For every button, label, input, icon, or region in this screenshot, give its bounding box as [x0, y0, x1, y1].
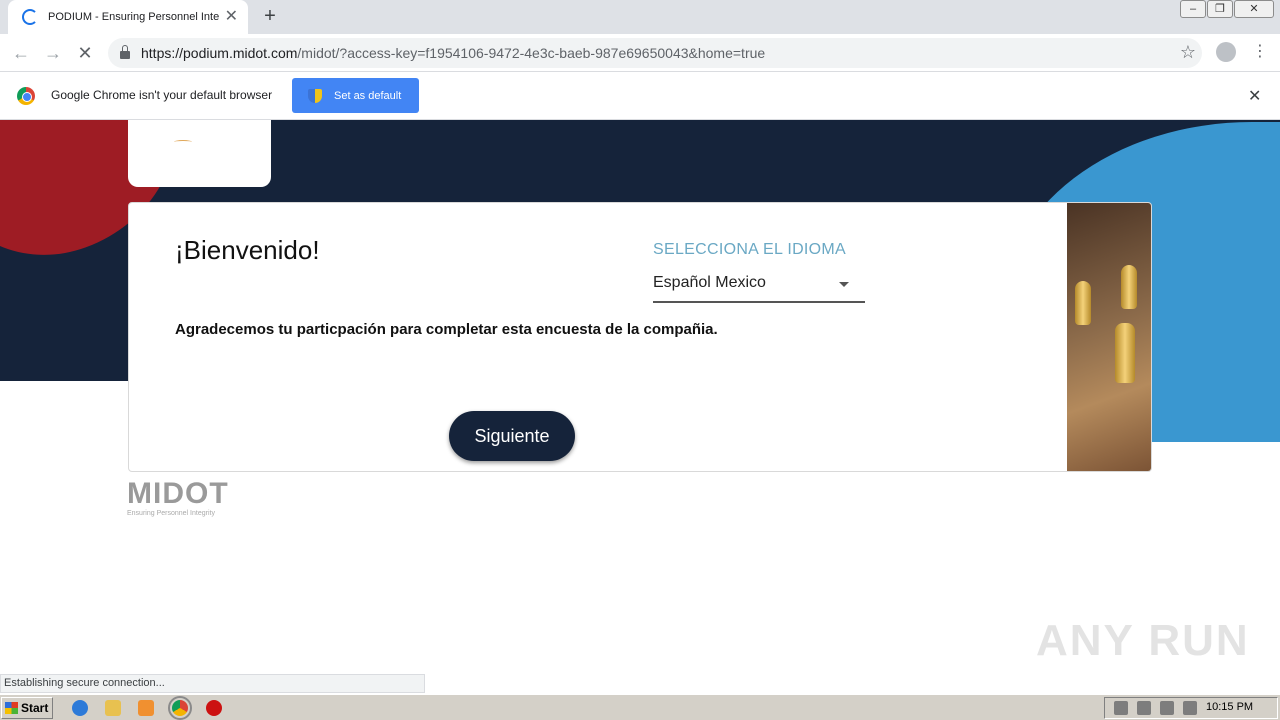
minimize-icon[interactable]: – — [1180, 0, 1206, 18]
pawn-shape — [1115, 323, 1135, 383]
restore-icon[interactable]: ❐ — [1207, 0, 1233, 18]
tray-expand-icon[interactable] — [1114, 701, 1128, 715]
address-bar[interactable]: https://podium.midot.com/midot/?access-k… — [108, 38, 1202, 68]
back-arrow-icon[interactable]: ← — [10, 42, 32, 64]
page-content: ¡Bienvenido! SELECCIONA EL IDIOMA Españo… — [0, 120, 1280, 672]
loading-spinner-icon — [22, 9, 38, 25]
board-game-image — [1067, 203, 1151, 471]
next-button[interactable]: Siguiente — [449, 411, 575, 461]
browser-tab-bar: PODIUM - Ensuring Personnel Integr ✕ + –… — [0, 0, 1280, 34]
infobar-close-icon[interactable]: ✕ — [1248, 86, 1261, 106]
pawn-shape — [1121, 265, 1137, 309]
midot-logo-word: MIDOT — [127, 477, 229, 510]
chrome-taskbar-icon[interactable] — [168, 696, 192, 720]
company-logo-icon — [174, 140, 192, 144]
midot-logo: MIDOT Ensuring Personnel Integrity — [127, 478, 231, 522]
window-controls: – ❐ ✕ — [1179, 0, 1274, 18]
midot-logo-tagline: Ensuring Personnel Integrity — [127, 510, 215, 517]
window-close-icon[interactable]: ✕ — [1234, 0, 1274, 18]
forward-arrow-icon[interactable]: → — [42, 42, 64, 64]
file-explorer-icon[interactable] — [105, 700, 121, 716]
shield-icon — [308, 88, 322, 103]
browser-tab[interactable]: PODIUM - Ensuring Personnel Integr ✕ — [8, 0, 248, 34]
lock-icon — [120, 45, 130, 59]
windows-taskbar: Start 10:15 PM — [0, 694, 1280, 720]
menu-kebab-icon[interactable]: ⋮ — [1252, 41, 1268, 63]
url-text: https://podium.midot.com/midot/?access-k… — [141, 45, 765, 61]
infobar-message: Google Chrome isn't your default browser — [51, 88, 273, 102]
tab-title: PODIUM - Ensuring Personnel Integr — [48, 11, 219, 23]
chrome-logo-icon — [17, 87, 35, 105]
bookmark-star-icon[interactable]: ☆ — [1180, 42, 1196, 63]
network-icon[interactable] — [1137, 701, 1151, 715]
volume-icon[interactable] — [1160, 701, 1174, 715]
page-title: ¡Bienvenido! — [175, 235, 320, 265]
profile-avatar-icon[interactable] — [1216, 42, 1236, 62]
language-select-value: Español Mexico — [653, 274, 766, 291]
stop-loading-icon[interactable]: ✕ — [74, 42, 96, 64]
flag-notify-icon[interactable] — [1183, 701, 1197, 715]
status-bubble: Establishing secure connection... — [0, 674, 425, 693]
default-browser-infobar: Google Chrome isn't your default browser… — [0, 72, 1280, 120]
company-logo-card — [128, 120, 271, 187]
survey-description: Agradecemos tu particpación para complet… — [175, 321, 718, 338]
dropdown-arrow-icon — [839, 282, 849, 287]
start-button[interactable]: Start — [1, 697, 53, 719]
pawn-shape — [1075, 281, 1091, 325]
tab-close-icon[interactable]: ✕ — [225, 9, 238, 25]
set-as-default-label: Set as default — [334, 89, 402, 102]
url-path: /midot/?access-key=f1954106-9472-4e3c-ba… — [297, 45, 766, 61]
start-label: Start — [21, 701, 49, 715]
windows-flag-icon — [5, 702, 18, 714]
browser-toolbar: ← → ✕ https://podium.midot.com/midot/?ac… — [0, 34, 1280, 72]
new-tab-button[interactable]: + — [258, 4, 282, 28]
clock: 10:15 PM — [1206, 701, 1254, 713]
language-label: SELECCIONA EL IDIOMA — [653, 241, 847, 258]
url-host: https://podium.midot.com — [141, 45, 298, 61]
internet-explorer-icon[interactable] — [72, 700, 88, 716]
antivirus-icon[interactable] — [206, 700, 222, 716]
media-player-icon[interactable] — [138, 700, 154, 716]
anyrun-watermark: ANY RUN — [1036, 616, 1250, 665]
language-select[interactable]: Español Mexico — [653, 265, 865, 303]
set-as-default-button[interactable]: Set as default — [292, 78, 419, 113]
welcome-card: ¡Bienvenido! SELECCIONA EL IDIOMA Españo… — [128, 202, 1152, 472]
